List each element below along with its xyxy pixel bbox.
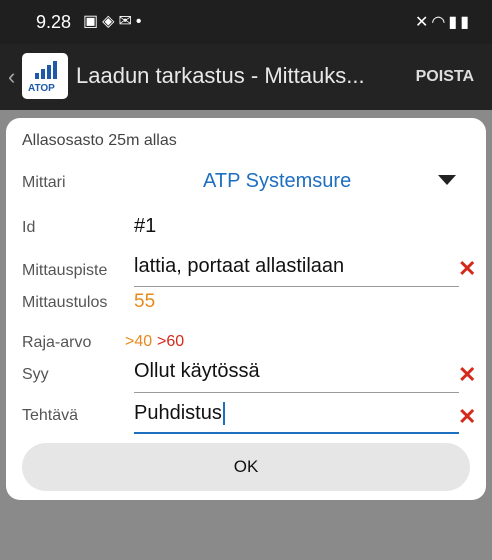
limit-warn-value: >40 xyxy=(125,333,153,350)
battery-icon: ▮ xyxy=(460,14,472,31)
notification-icons: ▣◈✉• xyxy=(83,11,145,31)
clear-point-icon[interactable]: ✕ xyxy=(458,256,476,282)
meter-label: Mittari xyxy=(22,174,66,191)
reason-label: Syy xyxy=(22,366,49,383)
shield-icon: ◈ xyxy=(102,13,119,30)
system-icons: ✕◠▮▮ xyxy=(415,12,472,32)
limit-label: Raja-arvo xyxy=(22,334,92,351)
limit-alarm-value: >60 xyxy=(157,333,185,350)
point-input[interactable]: lattia, portaat allastilaan xyxy=(134,255,344,278)
delete-button[interactable]: POISTA xyxy=(416,68,474,86)
logo-bars-icon xyxy=(35,61,59,79)
task-input[interactable]: Puhdistus xyxy=(134,402,225,425)
image-icon: ▣ xyxy=(83,13,103,30)
result-value: 55 xyxy=(134,291,156,312)
reason-underline xyxy=(134,392,459,393)
clear-reason-icon[interactable]: ✕ xyxy=(458,362,476,388)
back-chevron-icon[interactable]: ‹ xyxy=(8,64,15,90)
meter-value: ATP Systemsure xyxy=(203,170,352,192)
mute-icon: ✕ xyxy=(415,14,432,31)
point-underline xyxy=(134,286,459,287)
logo-text: ATOP xyxy=(28,83,55,94)
app-bar: ‹ ATOP Laadun tarkastus - Mittauks... PO… xyxy=(0,44,492,110)
signal-icon: ▮ xyxy=(448,14,461,31)
point-label: Mittauspiste xyxy=(22,262,108,279)
status-bar: 9.28 ▣◈✉• ✕◠▮▮ xyxy=(0,0,492,44)
result-label: Mittaustulos xyxy=(22,294,108,311)
page-title: Laadun tarkastus - Mittauks... xyxy=(76,63,365,88)
mail-icon: ✉ xyxy=(118,13,136,30)
wifi-icon: ◠ xyxy=(431,14,449,31)
measurement-dialog: Allasosasto 25m allas Mittari ATP System… xyxy=(6,118,486,500)
id-label: Id xyxy=(22,219,36,236)
dot-icon: • xyxy=(135,13,146,30)
app-logo[interactable]: ATOP xyxy=(22,53,68,99)
reason-input[interactable]: Ollut käytössä xyxy=(134,360,260,383)
id-value: #1 xyxy=(134,215,157,237)
dropdown-arrow-icon xyxy=(438,175,456,185)
dialog-heading: Allasosasto 25m allas xyxy=(22,132,177,149)
clear-task-icon[interactable]: ✕ xyxy=(458,404,476,430)
ok-button[interactable]: OK xyxy=(22,443,470,491)
task-underline xyxy=(134,432,459,434)
status-time: 9.28 xyxy=(36,12,72,32)
task-label: Tehtävä xyxy=(22,407,79,424)
